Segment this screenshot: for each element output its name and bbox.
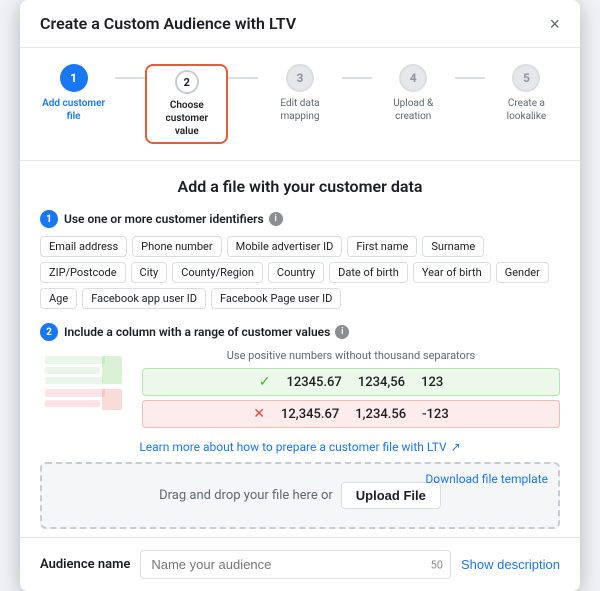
audience-name-input[interactable]: [140, 550, 451, 579]
tag-facebook-page-user-id[interactable]: Facebook Page user ID: [211, 288, 341, 309]
info-icon-1[interactable]: i: [269, 212, 283, 226]
good-num-1: 12345.67: [286, 375, 341, 390]
drop-zone[interactable]: Download file template Drag and drop you…: [40, 462, 560, 529]
tag-age[interactable]: Age: [40, 288, 77, 309]
step-3-circle: 3: [286, 64, 314, 92]
section-title: Add a file with your customer data: [40, 177, 560, 196]
step-1: 1 Add customer file: [32, 64, 115, 123]
step-2-label: Choose customer value: [157, 99, 216, 138]
bad-num-1: 12,345.67: [281, 407, 339, 422]
tags-row-1: Email addressPhone number Mobile advertis…: [40, 236, 560, 309]
step-1-label: Add customer file: [39, 97, 109, 123]
step-5-label: Create a lookalike: [491, 97, 561, 123]
tag-mobile-advertiser-id[interactable]: Mobile advertiser ID: [227, 236, 343, 257]
drop-zone-text: Drag and drop your file here or: [159, 488, 333, 503]
modal-title: Create a Custom Audience with LTV: [40, 14, 296, 33]
steps-bar: 1 Add customer file 2 Choose customer va…: [20, 48, 580, 161]
step-5: 5 Create a lookalike: [485, 64, 568, 123]
close-button[interactable]: ×: [549, 15, 560, 33]
step-3: 3 Edit data mapping: [258, 64, 341, 123]
positive-note: Use positive numbers without thousand se…: [142, 349, 560, 362]
tag-zip/postcode[interactable]: ZIP/Postcode: [40, 262, 126, 283]
tag-gender[interactable]: Gender: [496, 262, 549, 283]
learn-more-link[interactable]: Learn more about how to prepare a custom…: [40, 440, 560, 454]
connector-3: [342, 77, 372, 79]
check-icon: ✓: [259, 374, 271, 390]
section2: 2 Include a column with a range of custo…: [40, 323, 560, 432]
section2-num: 2: [40, 323, 58, 341]
good-example-row: ✓ 12345.67 1234,56 123: [142, 368, 560, 396]
tag-email-address[interactable]: Email address: [40, 236, 127, 257]
good-num-3: 123: [421, 375, 443, 390]
audience-input-wrap: 50: [140, 550, 451, 579]
drop-zone-inner: Drag and drop your file here or Upload F…: [60, 482, 540, 509]
modal-body: Add a file with your customer data 1 Use…: [20, 161, 580, 529]
modal-footer: Audience name 50 Show description: [20, 537, 580, 591]
tag-county/region[interactable]: County/Region: [172, 262, 263, 283]
step-5-circle: 5: [512, 64, 540, 92]
tag-city[interactable]: City: [131, 262, 168, 283]
tag-surname[interactable]: Surname: [422, 236, 484, 257]
ltv-examples: Use positive numbers without thousand se…: [40, 349, 560, 432]
audience-label: Audience name: [40, 557, 130, 572]
bad-num-2: 1,234.56: [355, 407, 406, 422]
bad-example-row: ✕ 12,345.67 1,234.56 -123: [142, 400, 560, 428]
good-num-2: 1234,56: [358, 375, 405, 390]
step-3-label: Edit data mapping: [265, 97, 335, 123]
section1-label: 1 Use one or more customer identifiers i: [40, 210, 560, 228]
modal-header: Create a Custom Audience with LTV ×: [20, 0, 580, 48]
learn-more-anchor[interactable]: Learn more about how to prepare a custom…: [139, 440, 446, 454]
tag-first-name[interactable]: First name: [347, 236, 417, 257]
section1-num: 1: [40, 210, 58, 228]
illustration: [40, 354, 130, 428]
modal: Create a Custom Audience with LTV × 1 Ad…: [20, 0, 580, 591]
number-examples-wrap: Use positive numbers without thousand se…: [142, 349, 560, 432]
bad-num-3: -123: [422, 407, 449, 422]
tag-year-of-birth[interactable]: Year of birth: [413, 262, 491, 283]
step-4-label: Upload & creation: [378, 97, 448, 123]
connector-4: [455, 77, 485, 79]
download-link[interactable]: Download file template: [425, 472, 548, 486]
section2-label: 2 Include a column with a range of custo…: [40, 323, 560, 341]
step-1-circle: 1: [60, 64, 88, 92]
tag-phone-number[interactable]: Phone number: [132, 236, 221, 257]
step-4-circle: 4: [399, 64, 427, 92]
step-4: 4 Upload & creation: [372, 64, 455, 123]
connector-1: [115, 77, 145, 79]
x-icon: ✕: [253, 406, 265, 422]
upload-button[interactable]: Upload File: [341, 482, 441, 509]
tag-date-of-birth[interactable]: Date of birth: [329, 262, 408, 283]
step-2: 2 Choose customer value: [145, 64, 228, 144]
info-icon-2[interactable]: i: [335, 325, 349, 339]
show-description-button[interactable]: Show description: [461, 557, 560, 572]
char-count: 50: [431, 558, 443, 571]
connector-2: [228, 77, 258, 79]
external-link-icon: ↗: [451, 440, 461, 454]
step-2-circle: 2: [175, 70, 199, 94]
tag-country[interactable]: Country: [268, 262, 324, 283]
tag-facebook-app-user-id[interactable]: Facebook app user ID: [82, 288, 206, 309]
